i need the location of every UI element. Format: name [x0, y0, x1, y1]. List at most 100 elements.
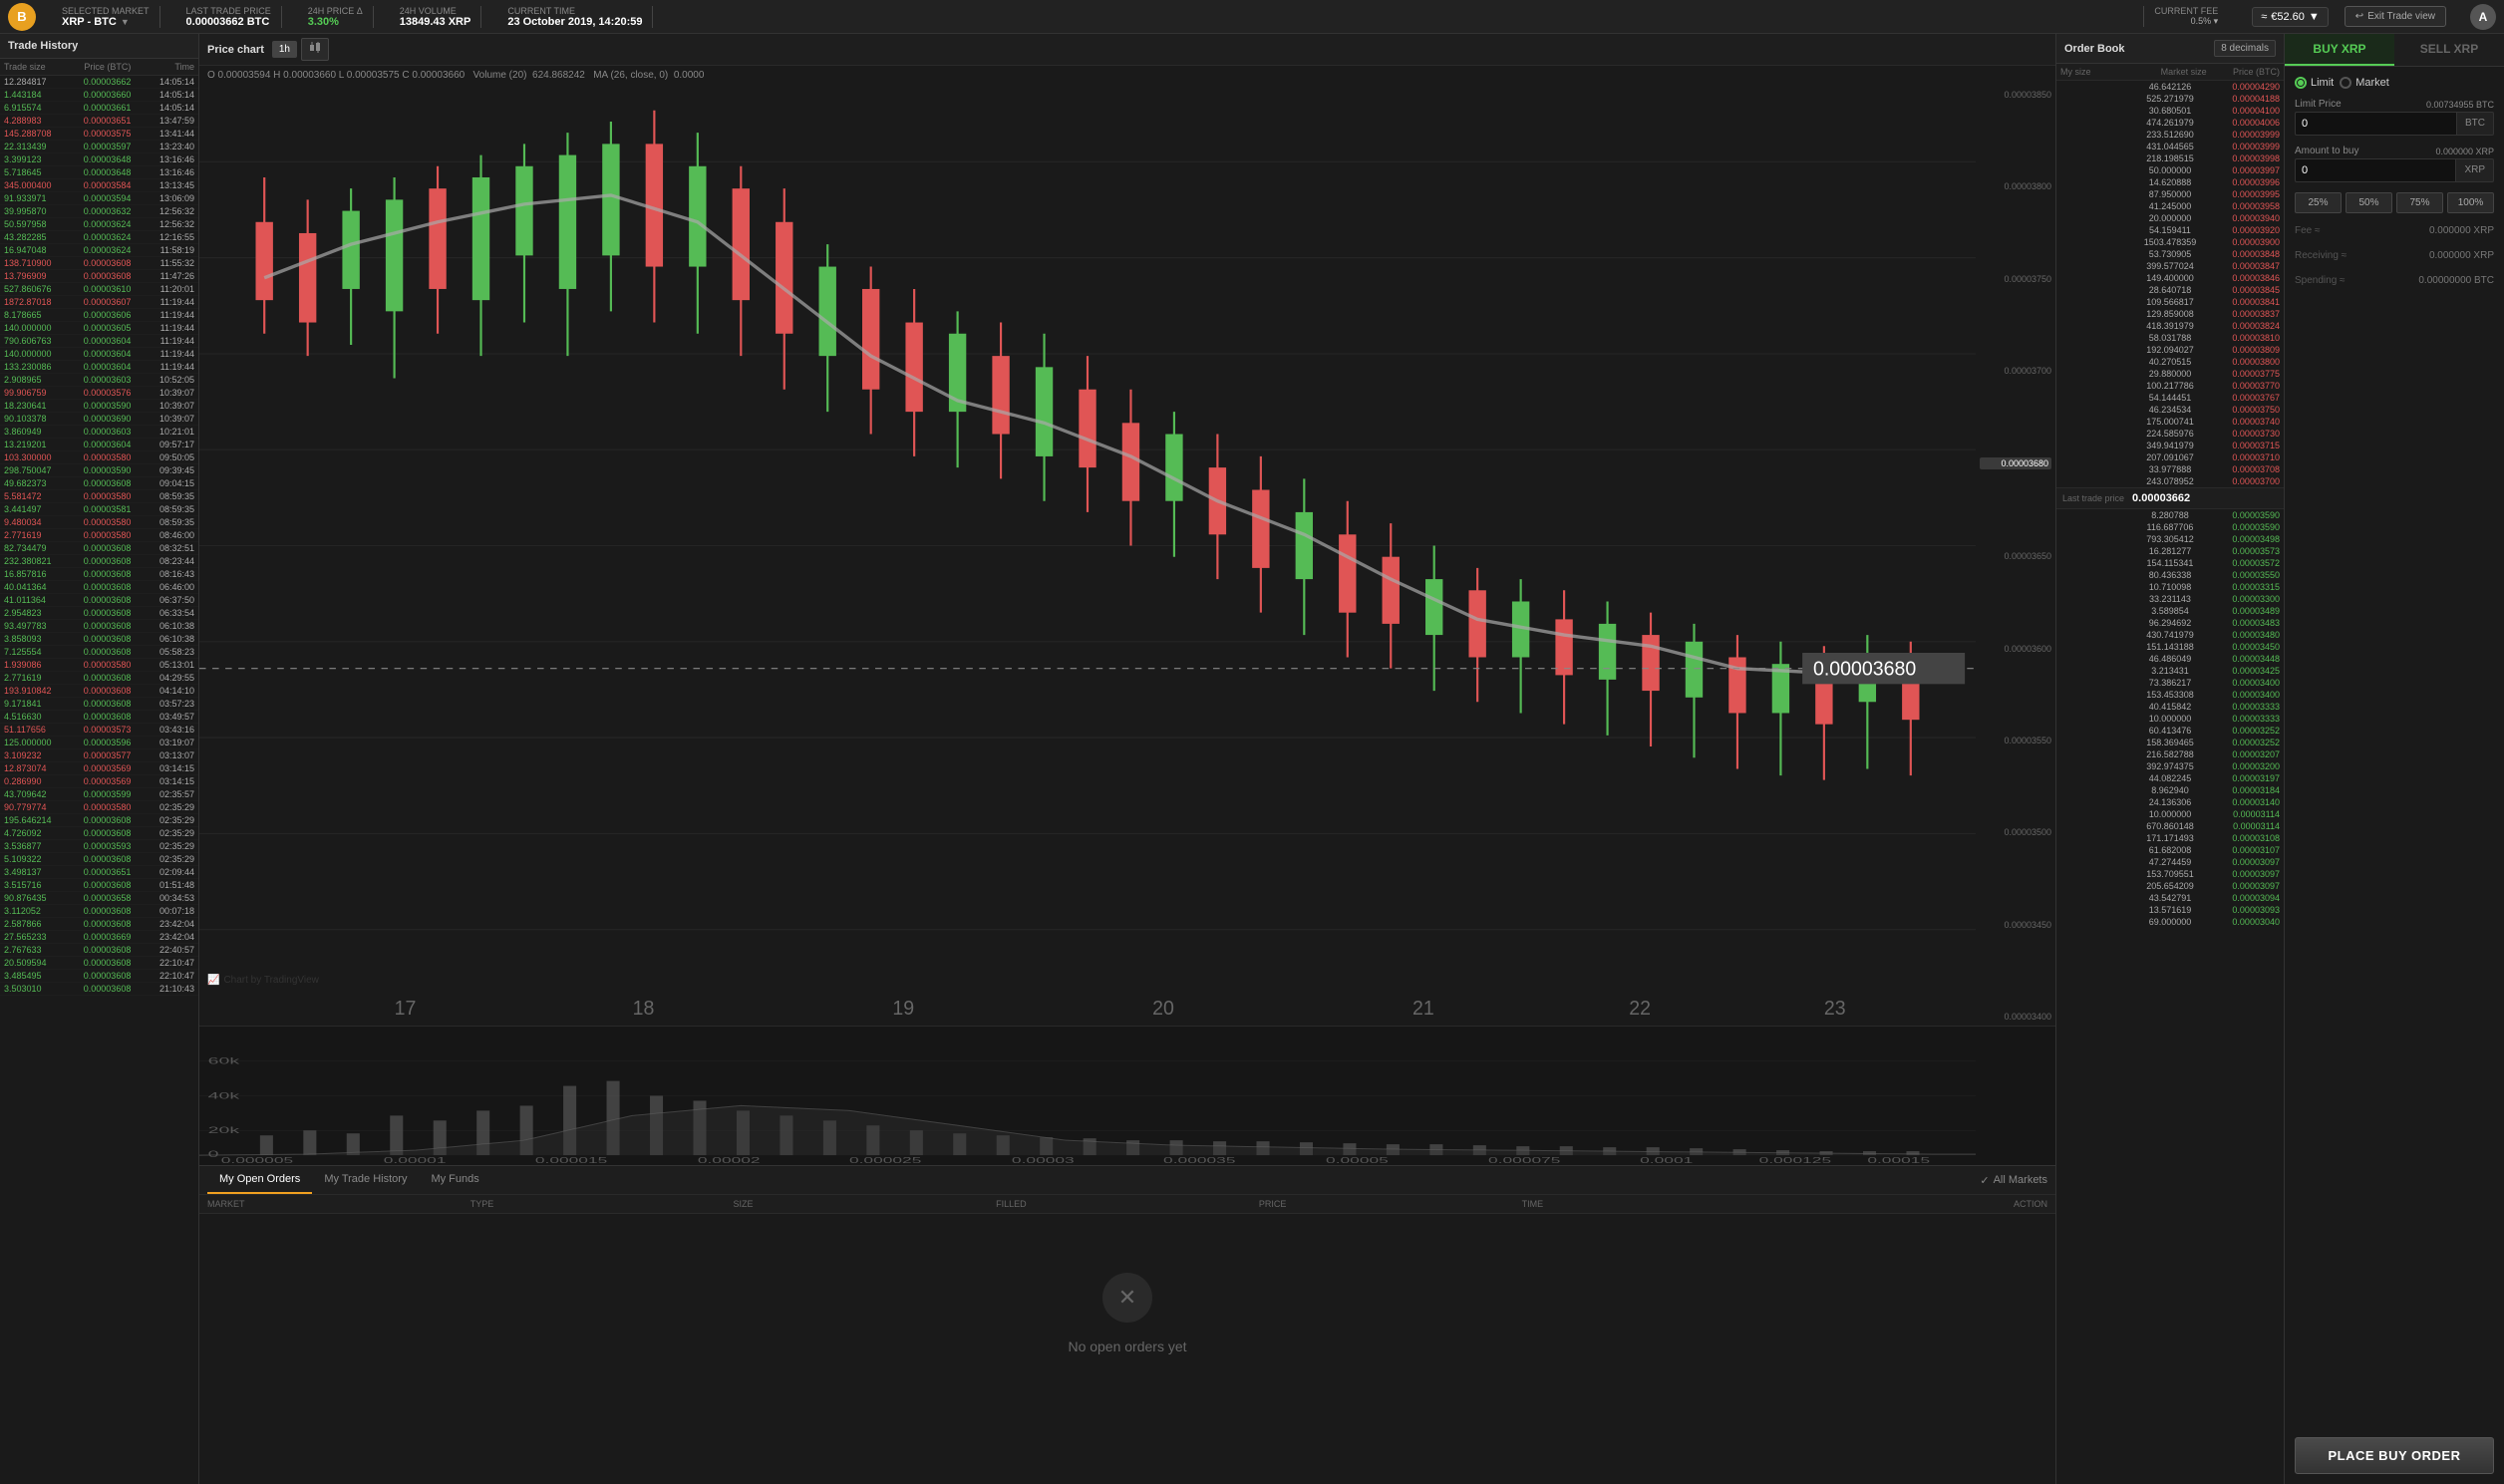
order-book-bid-row[interactable]: 171.171493 0.00003108 [2056, 832, 2284, 844]
order-book-bid-row[interactable]: 430.741979 0.00003480 [2056, 629, 2284, 641]
trade-history-row[interactable]: 41.011364 0.00003608 06:37:50 [0, 594, 198, 607]
trade-history-row[interactable]: 12.873074 0.00003569 03:14:15 [0, 762, 198, 775]
order-book-ask-row[interactable]: 207.091067 0.00003710 [2056, 451, 2284, 463]
all-markets-button[interactable]: ✓ All Markets [1980, 1174, 2047, 1187]
order-book-bid-row[interactable]: 10.000000 0.00003114 [2056, 808, 2284, 820]
trade-history-row[interactable]: 82.734479 0.00003608 08:32:51 [0, 542, 198, 555]
trade-history-row[interactable]: 51.117656 0.00003573 03:43:16 [0, 724, 198, 737]
order-book-ask-row[interactable]: 58.031788 0.00003810 [2056, 332, 2284, 344]
order-book-ask-row[interactable]: 40.270515 0.00003800 [2056, 356, 2284, 368]
order-book-bid-row[interactable]: 33.231143 0.00003300 [2056, 593, 2284, 605]
timeframe-1h[interactable]: 1h [272, 41, 297, 58]
trade-history-row[interactable]: 20.509594 0.00003608 22:10:47 [0, 957, 198, 970]
order-book-ask-row[interactable]: 399.577024 0.00003847 [2056, 260, 2284, 272]
trade-history-row[interactable]: 6.915574 0.00003661 14:05:14 [0, 102, 198, 115]
order-book-bid-row[interactable]: 47.274459 0.00003097 [2056, 856, 2284, 868]
order-book-bid-row[interactable]: 96.294692 0.00003483 [2056, 617, 2284, 629]
tab-open-orders[interactable]: My Open Orders [207, 1166, 312, 1194]
trade-history-row[interactable]: 18.230641 0.00003590 10:39:07 [0, 400, 198, 413]
order-book-ask-row[interactable]: 87.950000 0.00003995 [2056, 188, 2284, 200]
trade-history-row[interactable]: 527.860676 0.00003610 11:20:01 [0, 283, 198, 296]
trade-history-row[interactable]: 90.779774 0.00003580 02:35:29 [0, 801, 198, 814]
trade-history-row[interactable]: 195.646214 0.00003608 02:35:29 [0, 814, 198, 827]
order-book-bid-row[interactable]: 73.386217 0.00003400 [2056, 677, 2284, 689]
order-book-ask-row[interactable]: 431.044565 0.00003999 [2056, 141, 2284, 152]
order-book-bid-row[interactable]: 80.436338 0.00003550 [2056, 569, 2284, 581]
trade-history-row[interactable]: 27.565233 0.00003669 23:42:04 [0, 931, 198, 944]
trade-history-row[interactable]: 103.300000 0.00003580 09:50:05 [0, 451, 198, 464]
trade-history-row[interactable]: 145.288708 0.00003575 13:41:44 [0, 128, 198, 141]
order-book-bid-row[interactable]: 10.000000 0.00003333 [2056, 713, 2284, 725]
order-book-ask-row[interactable]: 1503.478359 0.00003900 [2056, 236, 2284, 248]
order-book-bid-row[interactable]: 40.415842 0.00003333 [2056, 701, 2284, 713]
order-book-ask-row[interactable]: 233.512690 0.00003999 [2056, 129, 2284, 141]
pct-50-button[interactable]: 50% [2346, 192, 2392, 213]
user-avatar[interactable]: A [2470, 4, 2496, 30]
order-book-bid-row[interactable]: 44.082245 0.00003197 [2056, 772, 2284, 784]
trade-history-row[interactable]: 13.219201 0.00003604 09:57:17 [0, 439, 198, 451]
market-selector[interactable]: XRP - BTC ▼ [62, 16, 150, 28]
pct-25-button[interactable]: 25% [2295, 192, 2342, 213]
trade-history-row[interactable]: 3.399123 0.00003648 13:16:46 [0, 153, 198, 166]
trade-history-row[interactable]: 3.536877 0.00003593 02:35:29 [0, 840, 198, 853]
trade-history-row[interactable]: 8.178665 0.00003606 11:19:44 [0, 309, 198, 322]
limit-price-input[interactable] [2295, 112, 2456, 136]
trade-history-row[interactable]: 133.230086 0.00003604 11:19:44 [0, 361, 198, 374]
order-book-bid-row[interactable]: 16.281277 0.00003573 [2056, 545, 2284, 557]
order-book-bid-row[interactable]: 154.115341 0.00003572 [2056, 557, 2284, 569]
order-book-bid-row[interactable]: 61.682008 0.00003107 [2056, 844, 2284, 856]
order-book-bid-row[interactable]: 46.486049 0.00003448 [2056, 653, 2284, 665]
order-book-bid-row[interactable]: 3.213431 0.00003425 [2056, 665, 2284, 677]
order-book-bid-row[interactable]: 151.143188 0.00003450 [2056, 641, 2284, 653]
order-book-ask-row[interactable]: 41.245000 0.00003958 [2056, 200, 2284, 212]
trade-history-row[interactable]: 39.995870 0.00003632 12:56:32 [0, 205, 198, 218]
order-book-ask-row[interactable]: 54.144451 0.00003767 [2056, 392, 2284, 404]
order-book-bid-row[interactable]: 793.305412 0.00003498 [2056, 533, 2284, 545]
trade-history-row[interactable]: 99.906759 0.00003576 10:39:07 [0, 387, 198, 400]
trade-history-row[interactable]: 5.581472 0.00003580 08:59:35 [0, 490, 198, 503]
trade-history-row[interactable]: 13.796909 0.00003608 11:47:26 [0, 270, 198, 283]
trade-history-row[interactable]: 5.718645 0.00003648 13:16:46 [0, 166, 198, 179]
order-book-ask-row[interactable]: 33.977888 0.00003708 [2056, 463, 2284, 475]
tab-my-funds[interactable]: My Funds [419, 1166, 490, 1194]
fee-value[interactable]: 0.5% ▾ [2191, 16, 2219, 27]
trade-history-row[interactable]: 5.109322 0.00003608 02:35:29 [0, 853, 198, 866]
trade-history-row[interactable]: 140.000000 0.00003604 11:19:44 [0, 348, 198, 361]
order-book-ask-row[interactable]: 218.198515 0.00003998 [2056, 152, 2284, 164]
trade-history-row[interactable]: 2.771619 0.00003580 08:46:00 [0, 529, 198, 542]
trade-history-row[interactable]: 1.443184 0.00003660 14:05:14 [0, 89, 198, 102]
decimals-selector[interactable]: 8 decimals [2214, 40, 2276, 57]
trade-history-row[interactable]: 2.954823 0.00003608 06:33:54 [0, 607, 198, 620]
order-book-bid-row[interactable]: 24.136306 0.00003140 [2056, 796, 2284, 808]
tab-trade-history[interactable]: My Trade History [312, 1166, 419, 1194]
trade-history-row[interactable]: 22.313439 0.00003597 13:23:40 [0, 141, 198, 153]
trade-history-row[interactable]: 90.103378 0.00003690 10:39:07 [0, 413, 198, 426]
order-book-ask-row[interactable]: 53.730905 0.00003848 [2056, 248, 2284, 260]
balance-display[interactable]: ≈ €52.60 ▼ [2252, 7, 2329, 27]
trade-history-row[interactable]: 790.606763 0.00003604 11:19:44 [0, 335, 198, 348]
trade-history-row[interactable]: 1.939086 0.00003580 05:13:01 [0, 659, 198, 672]
order-book-ask-row[interactable]: 418.391979 0.00003824 [2056, 320, 2284, 332]
order-book-ask-row[interactable]: 474.261979 0.00004006 [2056, 117, 2284, 129]
trade-history-row[interactable]: 16.857816 0.00003608 08:16:43 [0, 568, 198, 581]
trade-history-row[interactable]: 12.284817 0.00003662 14:05:14 [0, 76, 198, 89]
order-book-ask-row[interactable]: 100.217786 0.00003770 [2056, 380, 2284, 392]
chart-type-btn[interactable] [301, 38, 329, 61]
order-book-ask-row[interactable]: 192.094027 0.00003809 [2056, 344, 2284, 356]
trade-history-row[interactable]: 3.860949 0.00003603 10:21:01 [0, 426, 198, 439]
order-book-bid-row[interactable]: 43.542791 0.00003094 [2056, 892, 2284, 904]
trade-history-row[interactable]: 2.767633 0.00003608 22:40:57 [0, 944, 198, 957]
order-book-ask-row[interactable]: 30.680501 0.00004100 [2056, 105, 2284, 117]
limit-order-radio[interactable]: Limit [2295, 77, 2334, 89]
logo[interactable]: B [8, 3, 36, 31]
order-book-bid-row[interactable]: 392.974375 0.00003200 [2056, 760, 2284, 772]
trade-history-row[interactable]: 3.112052 0.00003608 00:07:18 [0, 905, 198, 918]
trade-history-row[interactable]: 3.498137 0.00003651 02:09:44 [0, 866, 198, 879]
trade-history-row[interactable]: 3.109232 0.00003577 03:13:07 [0, 749, 198, 762]
pct-75-button[interactable]: 75% [2396, 192, 2443, 213]
buy-tab[interactable]: BUY XRP [2285, 34, 2394, 66]
trade-history-row[interactable]: 0.286990 0.00003569 03:14:15 [0, 775, 198, 788]
trade-history-row[interactable]: 90.876435 0.00003658 00:34:53 [0, 892, 198, 905]
order-book-bid-row[interactable]: 116.687706 0.00003590 [2056, 521, 2284, 533]
sell-tab[interactable]: SELL XRP [2394, 34, 2504, 66]
